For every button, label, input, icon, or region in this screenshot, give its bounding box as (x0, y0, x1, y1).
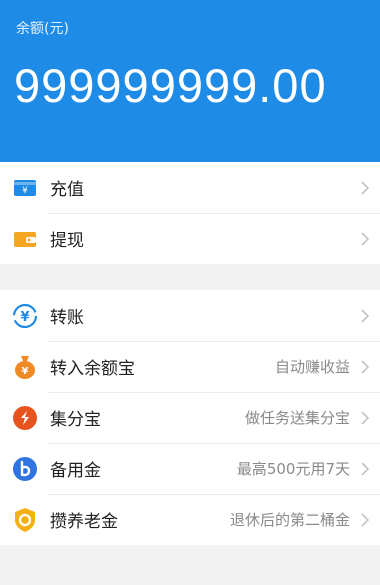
menu-item-yuebao[interactable]: ¥ 转入余额宝 自动赚收益 (0, 341, 380, 392)
chevron-right-icon (361, 461, 370, 476)
recharge-card-icon: ¥ (12, 175, 38, 201)
svg-text:¥: ¥ (20, 310, 29, 325)
services-menu: ¥ 转账 ¥ 转入余额宝 自动赚收益 集分宝 做任务送集分宝 备用金 最高500… (0, 290, 380, 545)
menu-item-transfer[interactable]: ¥ 转账 (0, 290, 380, 341)
chevron-right-icon (361, 180, 370, 195)
points-icon (12, 405, 38, 431)
menu-item-pension[interactable]: 攒养老金 退休后的第二桶金 (0, 494, 380, 545)
menu-item-jifenbao[interactable]: 集分宝 做任务送集分宝 (0, 392, 380, 443)
chevron-right-icon (361, 308, 370, 323)
chevron-right-icon (361, 359, 370, 374)
svg-text:¥: ¥ (22, 366, 29, 377)
menu-item-subtitle: 做任务送集分宝 (244, 409, 350, 427)
menu-item-title: 提现 (50, 231, 84, 251)
menu-item-title: 备用金 (50, 461, 101, 481)
menu-item-title: 转入余额宝 (50, 359, 135, 379)
menu-item-title: 集分宝 (50, 410, 101, 430)
menu-item-subtitle: 退休后的第二桶金 (229, 511, 350, 529)
menu-item-withdraw[interactable]: 提现 (0, 213, 380, 264)
menu-item-title: 转账 (50, 308, 84, 328)
balance-header: 余额(元) 999999999.00 (0, 0, 380, 162)
chevron-right-icon (361, 512, 370, 527)
menu-item-title: 充值 (50, 180, 84, 200)
menu-item-recharge[interactable]: ¥ 充值 (0, 162, 380, 213)
menu-item-subtitle: 自动赚收益 (274, 358, 350, 376)
money-bag-icon: ¥ (12, 354, 38, 380)
section-gap (0, 264, 380, 290)
chevron-right-icon (361, 410, 370, 425)
page-bottom-space (0, 545, 380, 585)
wallet-icon (12, 226, 38, 252)
svg-text:¥: ¥ (22, 186, 28, 196)
reserve-fund-icon (12, 456, 38, 482)
balance-amount: 999999999.00 (14, 59, 327, 112)
transfer-yuan-icon: ¥ (12, 303, 38, 329)
menu-item-reserve-fund[interactable]: 备用金 最高500元用7天 (0, 443, 380, 494)
funds-menu: ¥ 充值 提现 (0, 162, 380, 264)
chevron-right-icon (361, 231, 370, 246)
balance-label: 余额(元) (16, 21, 69, 37)
pension-icon (12, 507, 38, 533)
menu-item-subtitle: 最高500元用7天 (236, 460, 350, 478)
menu-item-title: 攒养老金 (50, 512, 118, 532)
